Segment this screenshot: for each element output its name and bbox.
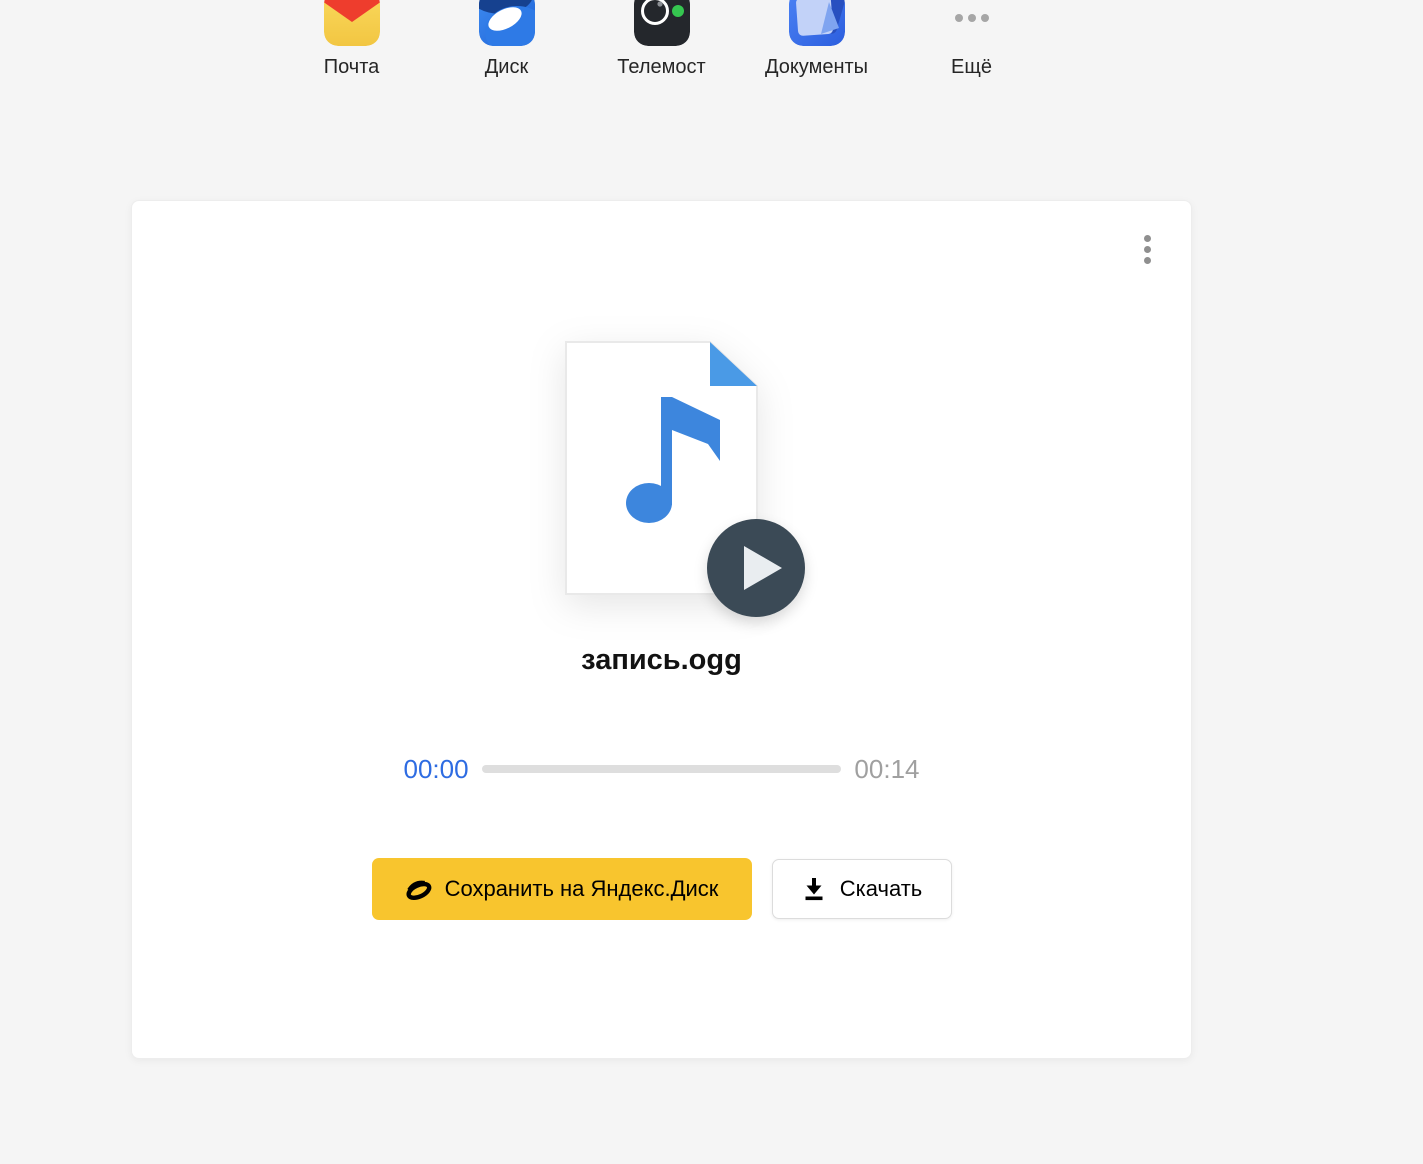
download-button-label: Скачать	[839, 876, 923, 901]
kebab-menu-icon[interactable]	[1140, 231, 1155, 268]
disk-icon	[478, 0, 535, 46]
app-item-label: Ещё	[951, 56, 992, 78]
app-item-label: Диск	[484, 56, 529, 78]
file-name: запись.ogg	[581, 644, 742, 676]
file-preview	[565, 341, 805, 617]
audio-player: 00:00 00:14	[404, 756, 920, 782]
more-dots-icon	[944, 0, 1000, 46]
save-button-label: Сохранить на Яндекс.Диск	[444, 876, 719, 901]
save-to-disk-button[interactable]: Сохранить на Яндекс.Диск	[371, 858, 752, 920]
download-icon	[805, 878, 823, 901]
file-card: запись.ogg 00:00 00:14 Сохранить на Янде…	[131, 200, 1192, 1059]
play-icon	[744, 546, 782, 590]
action-buttons: Сохранить на Яндекс.Диск Скачать	[371, 858, 952, 920]
download-button[interactable]: Скачать	[771, 859, 952, 919]
current-time: 00:00	[403, 754, 469, 784]
card-content: запись.ogg 00:00 00:14 Сохранить на Янде…	[132, 201, 1191, 920]
documents-icon	[788, 0, 845, 46]
app-item-disk[interactable]: Диск	[429, 0, 584, 79]
app-item-label: Телемост	[617, 56, 706, 78]
app-item-label: Документы	[764, 56, 869, 78]
page: Почта Диск Телемост Документы Ещё запись…	[0, 0, 1423, 1164]
app-bar: Почта Диск Телемост Документы Ещё	[131, 0, 1192, 79]
mail-icon	[323, 0, 380, 46]
seek-bar[interactable]	[481, 765, 842, 773]
play-button[interactable]	[707, 519, 805, 617]
app-item-label: Почта	[323, 56, 380, 78]
telemost-icon	[633, 0, 690, 46]
app-item-telemost[interactable]: Телемост	[584, 0, 739, 79]
total-time: 00:14	[854, 754, 920, 784]
app-item-more[interactable]: Ещё	[894, 0, 1049, 79]
yandex-disk-logo-icon	[406, 880, 431, 900]
app-item-documents[interactable]: Документы	[739, 0, 894, 79]
app-item-mail[interactable]: Почта	[274, 0, 429, 79]
